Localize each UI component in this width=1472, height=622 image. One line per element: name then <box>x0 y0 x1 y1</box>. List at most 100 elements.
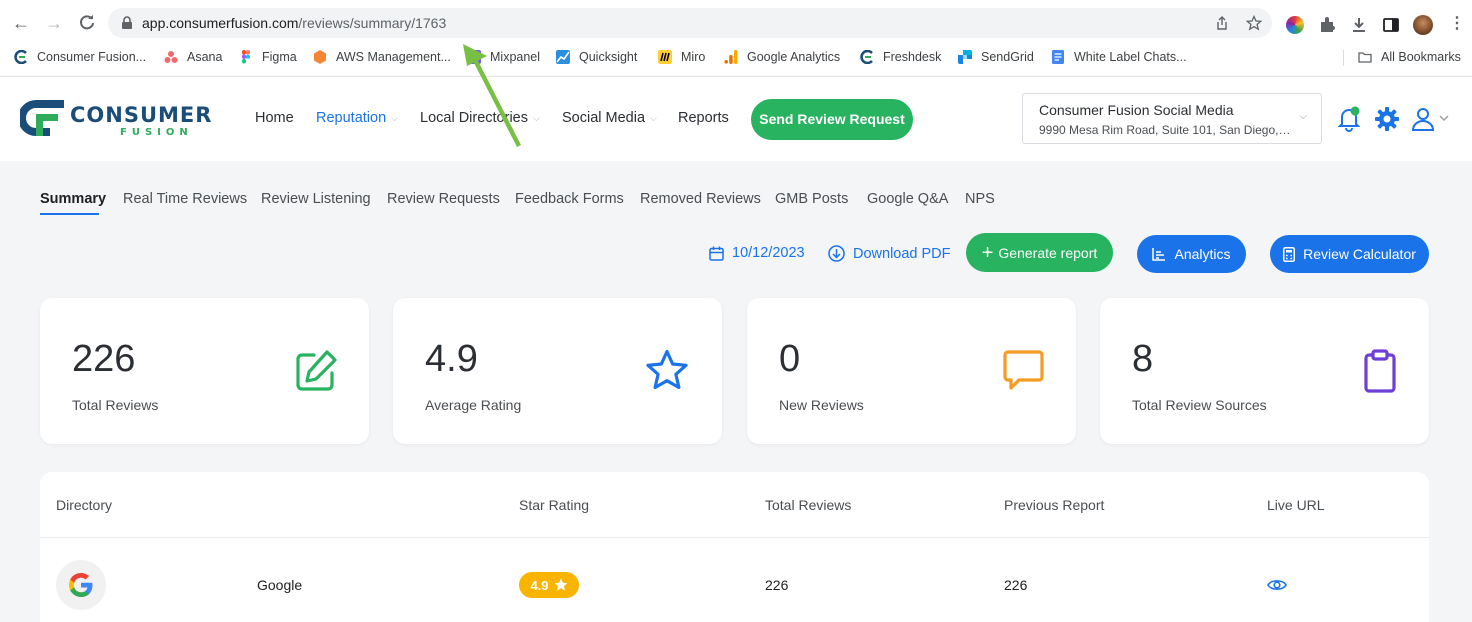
generate-report-button[interactable]: + Generate report <box>966 233 1113 272</box>
tab-google-qa[interactable]: Google Q&A <box>867 191 948 207</box>
download-pdf-button[interactable]: Download PDF <box>828 245 951 262</box>
settings-gear-icon[interactable] <box>1373 105 1401 133</box>
miro-icon <box>658 50 672 64</box>
stat-card-new-reviews: 0 New Reviews <box>747 298 1076 444</box>
bookmark-item[interactable]: Freshdesk <box>860 50 941 64</box>
folder-icon <box>1358 52 1372 63</box>
stat-value: 226 <box>72 338 136 380</box>
directory-name: Google <box>257 577 303 593</box>
eye-icon[interactable] <box>1267 578 1287 592</box>
browser-chrome: ← → app.consumerfusion.com/reviews/summa… <box>0 0 1472 77</box>
bookmark-item[interactable]: White Label Chats... <box>1051 50 1187 64</box>
logo-mark-icon <box>20 100 64 136</box>
figma-icon <box>242 50 250 64</box>
edit-icon <box>296 350 337 391</box>
analytics-button[interactable]: Analytics <box>1137 235 1246 273</box>
lock-icon <box>122 16 132 29</box>
logo-subword: FUSION <box>120 127 193 138</box>
star-icon <box>646 349 688 390</box>
google-analytics-icon <box>724 50 738 64</box>
stat-label: New Reviews <box>779 397 864 413</box>
nav-social-media[interactable]: Social Media ⌵ <box>562 110 657 126</box>
google-icon <box>56 560 106 610</box>
previous-report-cell: 226 <box>1004 577 1028 593</box>
bookmark-item[interactable]: Consumer Fusion... <box>14 50 146 64</box>
tab-summary[interactable]: Summary <box>40 191 106 207</box>
nav-reputation[interactable]: Reputation ⌵ <box>316 110 398 126</box>
back-icon[interactable]: ← <box>10 12 32 34</box>
logo-wordmark: CONSUMER <box>70 103 213 127</box>
stat-value: 0 <box>779 338 801 380</box>
bookmark-item[interactable]: Google Analytics <box>724 50 840 64</box>
rating-badge: 4.9 <box>519 572 579 598</box>
tab-removed-reviews[interactable]: Removed Reviews <box>640 191 761 207</box>
chat-icon <box>1003 350 1044 390</box>
tab-review-requests[interactable]: Review Requests <box>387 191 500 207</box>
download-icon[interactable] <box>1350 16 1368 34</box>
color-extension-icon[interactable] <box>1286 16 1304 34</box>
chevron-down-icon: ⌵ <box>650 112 657 123</box>
tab-review-listening[interactable]: Review Listening <box>261 191 371 207</box>
all-bookmarks[interactable]: All Bookmarks <box>1358 50 1461 64</box>
bookmark-item[interactable]: Figma <box>239 50 297 64</box>
annotation-arrow <box>463 44 522 148</box>
column-header-previous-report[interactable]: Previous Report <box>1004 497 1104 513</box>
bookmark-item[interactable]: Asana <box>164 50 222 64</box>
stat-label: Average Rating <box>425 397 522 413</box>
location-name: Consumer Fusion Social Media <box>1039 102 1234 118</box>
browser-menu-icon[interactable]: ⋮ <box>1448 16 1466 34</box>
stat-value: 8 <box>1132 338 1154 380</box>
address-bar[interactable]: app.consumerfusion.com/reviews/summary/1… <box>108 8 1272 38</box>
column-header-total-reviews[interactable]: Total Reviews <box>765 497 851 513</box>
bookmark-item[interactable]: AWS Management... <box>313 50 451 64</box>
stat-card-total-review-sources: 8 Total Review Sources <box>1100 298 1429 444</box>
plus-icon: + <box>981 241 994 264</box>
tab-real-time-reviews[interactable]: Real Time Reviews <box>123 191 247 207</box>
bookmark-star-icon[interactable] <box>1246 15 1262 31</box>
download-circle-icon <box>828 245 845 262</box>
star-filled-icon <box>554 578 567 591</box>
column-header-live-url[interactable]: Live URL <box>1267 497 1325 513</box>
stat-label: Total Reviews <box>72 397 159 413</box>
tab-feedback-forms[interactable]: Feedback Forms <box>515 191 624 207</box>
freshdesk-icon <box>860 50 873 64</box>
bookmark-item[interactable]: Quicksight <box>556 50 637 64</box>
column-header-star-rating[interactable]: Star Rating <box>519 497 589 513</box>
tab-active-indicator <box>40 213 99 215</box>
document-icon <box>1052 50 1064 64</box>
chevron-down-icon: ⌵ <box>1299 111 1307 122</box>
tab-nps[interactable]: NPS <box>965 191 995 207</box>
review-calculator-button[interactable]: Review Calculator <box>1270 235 1429 273</box>
directory-table: Directory Star Rating Total Reviews Prev… <box>40 472 1429 622</box>
chevron-down-icon: ⌵ <box>391 112 398 123</box>
table-divider <box>40 537 1429 538</box>
side-panel-icon[interactable] <box>1382 16 1400 34</box>
profile-avatar[interactable] <box>1413 15 1433 35</box>
extensions-icon[interactable] <box>1318 16 1336 34</box>
column-header-directory[interactable]: Directory <box>56 497 112 513</box>
consumer-fusion-logo[interactable]: CONSUMER FUSION <box>20 98 225 138</box>
stat-card-total-reviews: 226 Total Reviews <box>40 298 369 444</box>
reload-icon[interactable] <box>76 12 98 34</box>
aws-icon <box>314 50 326 64</box>
user-menu-icon[interactable] <box>1410 105 1450 133</box>
bookmark-item[interactable]: SendGrid <box>958 50 1034 64</box>
nav-reports[interactable]: Reports <box>678 110 729 126</box>
forward-icon[interactable]: → <box>43 12 65 34</box>
date-picker[interactable]: 10/12/2023 <box>709 245 805 261</box>
share-icon[interactable] <box>1214 15 1230 31</box>
url-text: app.consumerfusion.com/reviews/summary/1… <box>142 15 447 31</box>
notification-bell-icon[interactable] <box>1335 105 1363 133</box>
app-header: CONSUMER FUSION Home Reputation ⌵ Local D… <box>0 77 1472 161</box>
nav-home[interactable]: Home <box>255 110 294 126</box>
stat-card-average-rating: 4.9 Average Rating <box>393 298 722 444</box>
calendar-icon <box>709 246 724 261</box>
send-review-request-button[interactable]: Send Review Request <box>751 99 913 140</box>
tab-gmb-posts[interactable]: GMB Posts <box>775 191 848 207</box>
bookmark-item[interactable]: Miro <box>658 50 705 64</box>
clipboard-icon <box>1364 349 1396 393</box>
location-select[interactable]: Consumer Fusion Social Media 9990 Mesa R… <box>1022 93 1322 144</box>
quicksight-icon <box>556 50 570 64</box>
consumer-fusion-icon <box>14 50 27 64</box>
sendgrid-icon <box>958 50 972 64</box>
